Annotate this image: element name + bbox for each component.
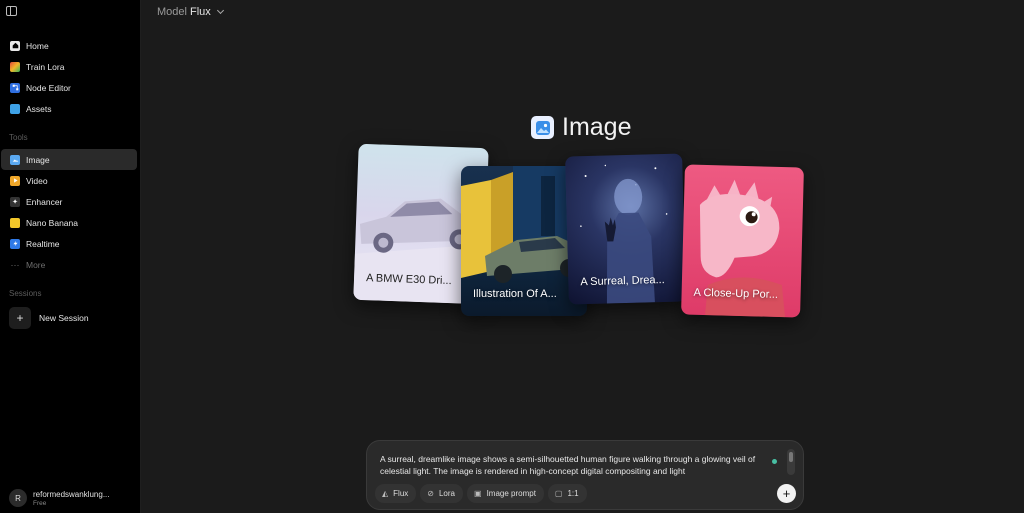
sidebar-item-label: Enhancer [26,196,63,207]
image-prompt-chip[interactable]: ▣ Image prompt [467,484,544,503]
sidebar-item-label: Nano Banana [26,217,78,228]
lora-icon: ⊘ [427,489,434,498]
chevron-down-icon [216,6,224,15]
sidebar-item-label: More [26,259,46,270]
user-plan: Free [33,499,47,507]
sidebar-item-node-editor[interactable]: Node Editor [1,77,137,98]
prompt-box: A surreal, dreamlike image shows a semi-… [366,440,804,510]
lora-chip[interactable]: ⊘ Lora [420,484,463,503]
model-label: Model [157,6,187,18]
realtime-icon [10,238,20,249]
sidebar-item-train-lora[interactable]: Train Lora [1,56,137,77]
card-caption: A Close-Up Por... [693,286,779,301]
user-profile[interactable]: R reformedswanklung... Free [9,489,109,507]
tools-section-label: Tools [9,133,28,142]
sidebar-item-home[interactable]: Home [1,35,137,56]
page-title: Image [562,113,632,141]
example-card-surreal[interactable]: A Surreal, Drea... [565,153,686,305]
node-editor-icon [10,82,20,93]
sidebar-item-realtime[interactable]: Realtime [1,233,137,254]
train-lora-icon [10,61,20,72]
sidebar-item-label: Realtime [26,238,60,249]
sidebar-item-label: Train Lora [26,61,65,72]
flux-icon: ◭ [382,489,389,498]
chip-label: Flux [393,489,409,498]
generate-button[interactable]: + [777,484,796,503]
image-icon [531,116,554,139]
sessions-section-label: Sessions [9,289,42,298]
model-value: Flux [189,6,211,18]
banana-icon [10,217,20,228]
sidebar-item-label: Node Editor [26,82,71,93]
example-card-close-up[interactable]: A Close-Up Por... [681,164,804,318]
home-icon [10,40,20,51]
new-session-button[interactable]: + New Session [9,307,89,329]
chip-label: Image prompt [486,489,536,498]
image-prompt-icon: ▣ [474,489,482,498]
sidebar-item-video[interactable]: Video [1,170,137,191]
card-caption: A Surreal, Drea... [580,273,665,289]
model-chip-flux[interactable]: ◭ Flux [375,484,417,503]
status-dot-icon [772,459,777,464]
aspect-ratio-icon: ▢ [554,489,563,498]
tools-nav: Image Video ✦ Enhancer Nano Banana Realt… [1,149,137,275]
sidebar-item-nano-banana[interactable]: Nano Banana [1,212,137,233]
hero-heading: Image [531,113,631,142]
sidebar-item-enhancer[interactable]: ✦ Enhancer [1,191,137,212]
sidebar: Home Train Lora Node Editor Assets Tools… [0,0,141,513]
aspect-ratio-chip[interactable]: ▢ 1:1 [547,484,587,503]
sidebar-toggle-icon[interactable] [6,6,17,16]
video-icon [10,175,20,186]
enhancer-icon: ✦ [10,196,20,207]
sidebar-item-image[interactable]: Image [1,149,137,170]
prompt-input[interactable]: A surreal, dreamlike image shows a semi-… [380,453,770,477]
image-icon [10,154,20,165]
chip-label: 1:1 [567,489,579,498]
prompt-options: ◭ Flux ⊘ Lora ▣ Image prompt ▢ 1:1 [375,484,587,503]
prompt-scrollbar[interactable] [787,449,795,475]
sidebar-item-label: Home [26,40,49,51]
avatar: R [9,489,27,507]
folder-icon [10,103,20,114]
user-name: reformedswanklung... [33,489,110,499]
sidebar-item-label: Image [26,154,50,165]
more-icon: ··· [10,259,20,270]
sidebar-item-label: Video [26,175,48,186]
sidebar-item-more[interactable]: ··· More [1,254,137,275]
plus-icon: + [9,307,31,329]
model-selector[interactable]: Model Flux [157,6,224,18]
sidebar-item-label: Assets [26,103,52,114]
card-caption: Illustration Of A... [473,288,557,300]
main-nav: Home Train Lora Node Editor Assets [1,35,137,119]
new-session-label: New Session [39,313,89,323]
sidebar-item-assets[interactable]: Assets [1,98,137,119]
chip-label: Lora [438,489,455,498]
